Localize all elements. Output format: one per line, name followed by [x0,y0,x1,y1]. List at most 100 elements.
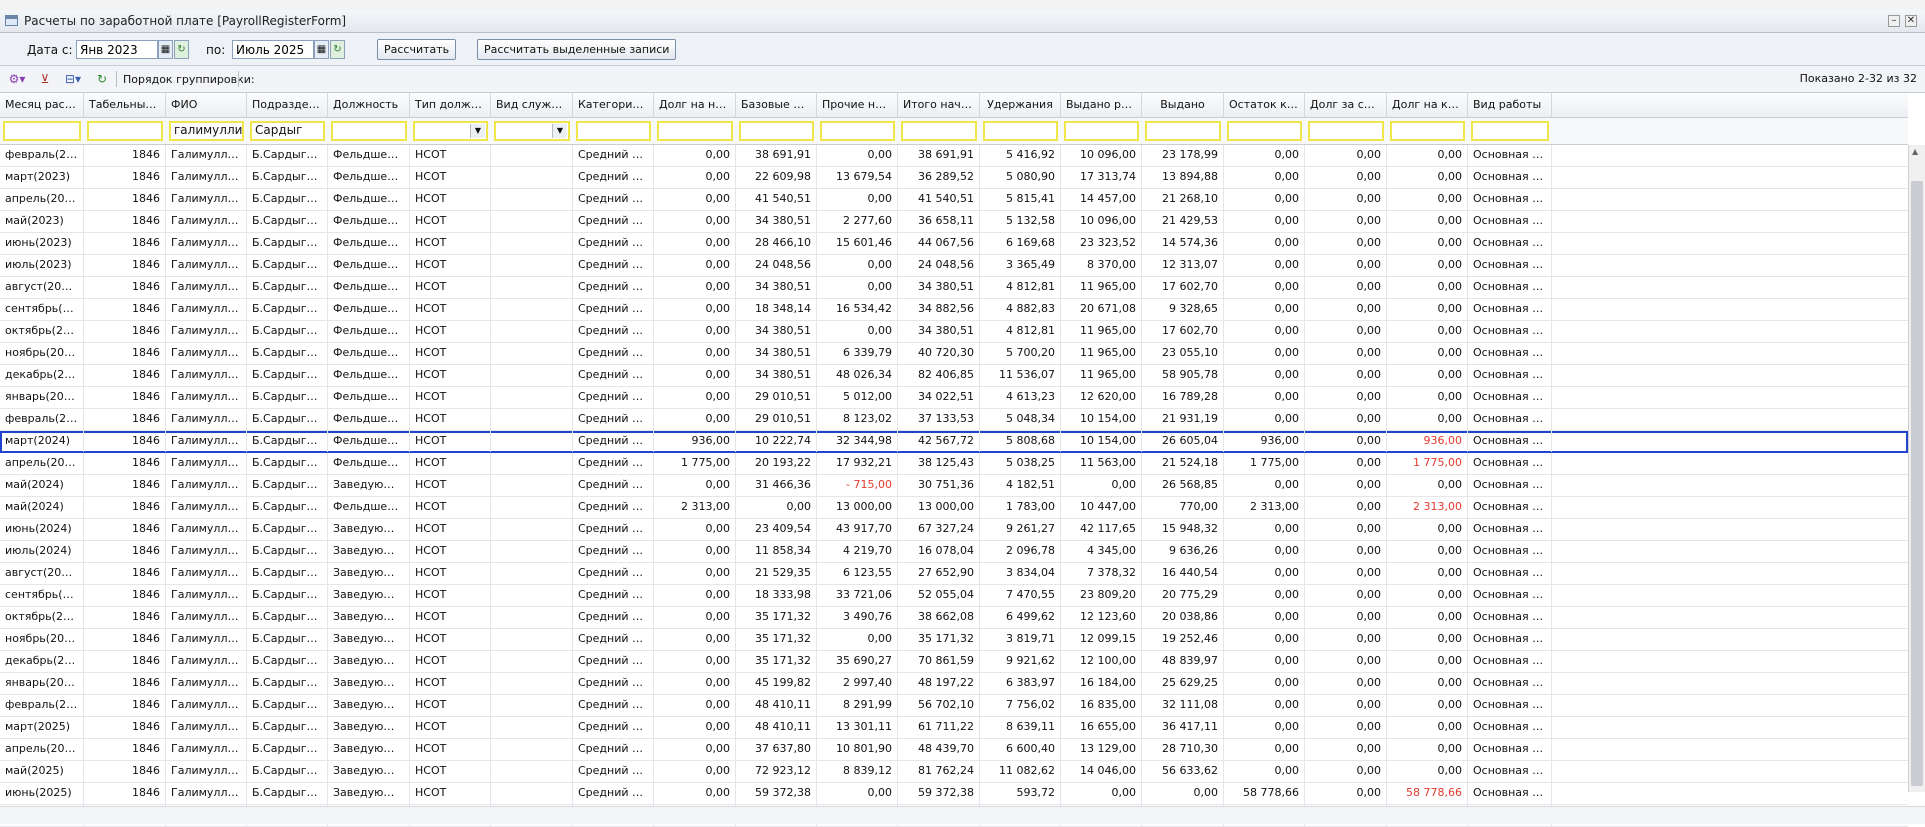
table-row[interactable]: октябрь(2024)1846Галимуллина А...Б.Сарды… [0,607,1908,629]
table-row[interactable]: май(2024)1846Галимуллина А...Б.Сардыганс… [0,475,1908,497]
table-row[interactable]: сентябрь(2023)1846Галимуллина А...Б.Сард… [0,299,1908,321]
filter-position[interactable] [331,121,407,141]
column-header-fio[interactable]: ФИО [166,93,247,117]
table-row[interactable]: февраль(2025)1846Галимуллина А...Б.Сарды… [0,695,1908,717]
column-header-paid[interactable]: Выдано [1142,93,1224,117]
table-row[interactable]: июль(2023)1846Галимуллина А...Б.Сардыган… [0,255,1908,277]
table-row[interactable]: ноябрь(2023)1846Галимуллина А...Б.Сардыг… [0,343,1908,365]
date-to-input[interactable] [232,40,314,59]
filter-debt-start[interactable] [657,121,733,141]
table-row[interactable]: май(2024)1846Галимуллина А...Б.Сардыганс… [0,497,1908,519]
refresh-date-icon[interactable]: ↻ [174,40,189,59]
column-header-debt-employee[interactable]: Долг за сотр... [1305,93,1387,117]
table-row[interactable]: декабрь(2024)1846Галимуллина А...Б.Сарды… [0,651,1908,673]
date-from-input[interactable] [76,40,158,59]
table-row[interactable]: январь(2025)1846Галимуллина А...Б.Сардыг… [0,673,1908,695]
cell-total-accrual: 16 078,04 [898,541,980,562]
refresh-icon[interactable]: ↻ [94,71,110,87]
clear-filter-icon[interactable]: ⊻ [38,71,52,87]
table-row[interactable]: март(2025)1846Галимуллина А...Б.Сардыган… [0,717,1908,739]
cell-debt-end: 0,00 [1387,387,1468,408]
table-row[interactable]: апрель(2025)1846Галимуллина А...Б.Сардыг… [0,739,1908,761]
column-header-remaining[interactable]: Остаток к вы... [1224,93,1305,117]
column-header-deductions[interactable]: Удержания [980,93,1061,117]
filter-fio[interactable]: галимуллина А [169,121,244,141]
column-header-debt-start[interactable]: Долг на нач... [654,93,736,117]
filter-position-type[interactable]: ▼ [413,121,488,141]
filter-work-type[interactable] [1471,121,1549,141]
table-row[interactable]: октябрь(2023)1846Галимуллина А...Б.Сарды… [0,321,1908,343]
cell-other-accrual: 35 690,27 [817,651,898,672]
totals-footer [0,806,1925,824]
column-header-total-accrual[interactable]: Итого начисл... [898,93,980,117]
table-row[interactable]: февраль(2024)1846Галимуллина А...Б.Сарды… [0,409,1908,431]
filter-tab-number[interactable] [87,121,163,141]
column-header-debt-end[interactable]: Долг на коне... [1387,93,1468,117]
column-header-employee-kind[interactable]: Вид служащего [491,93,573,117]
table-row[interactable]: март(2023)1846Галимуллина А...Б.Сардыган… [0,167,1908,189]
calendar-icon[interactable]: ▦ [314,40,329,59]
minimize-icon[interactable]: – [1888,15,1900,27]
table-row[interactable]: апрель(2024)1846Галимуллина А...Б.Сардыг… [0,453,1908,475]
filter-debt-employee[interactable] [1308,121,1384,141]
calculate-button[interactable]: Рассчитать [377,39,457,60]
column-header-position[interactable]: Должность [328,93,410,117]
table-row[interactable]: февраль(2023)1846Галимуллина А...Б.Сарды… [0,145,1908,167]
filter-debt-end[interactable] [1390,121,1465,141]
close-icon[interactable]: ✕ [1905,15,1917,27]
table-row[interactable]: декабрь(2023)1846Галимуллина А...Б.Сарды… [0,365,1908,387]
filter-other-accrual[interactable] [820,121,895,141]
columns-menu-icon[interactable]: ⊟▾ [60,71,86,87]
cell-base-accrual: 34 380,51 [736,277,817,298]
cell-department: Б.Сардыганский... [247,211,328,232]
table-row[interactable]: июнь(2025)1846Галимуллина А...Б.Сардыган… [0,783,1908,805]
filter-remaining[interactable] [1227,121,1302,141]
table-row[interactable]: ноябрь(2024)1846Галимуллина А...Б.Сардыг… [0,629,1908,651]
column-header-personnel-category[interactable]: Категория пе... [573,93,654,117]
filter-paid[interactable] [1145,121,1221,141]
table-row[interactable]: май(2025)1846Галимуллина А...Б.Сардыганс… [0,761,1908,783]
column-header-tab-number[interactable]: Табельный н... [84,93,166,117]
table-row[interactable]: январь(2024)1846Галимуллина А...Б.Сардыг… [0,387,1908,409]
column-header-department[interactable]: Подразделение [247,93,328,117]
view-menu-icon[interactable]: ⚙▾ [6,71,28,87]
cell-employee-kind [491,497,573,518]
refresh-date-icon[interactable]: ↻ [330,40,345,59]
cell-debt-end: 0,00 [1387,651,1468,672]
filter-personnel-category[interactable] [576,121,651,141]
filter-month[interactable] [3,121,81,141]
table-row[interactable]: сентябрь(2024)1846Галимуллина А...Б.Сард… [0,585,1908,607]
scrollbar-thumb[interactable] [1911,181,1923,786]
scroll-up-icon[interactable]: ▲ [1912,147,1918,156]
table-row[interactable]: июнь(2024)1846Галимуллина А...Б.Сардыган… [0,519,1908,541]
column-header-work-type[interactable]: Вид работы [1468,93,1552,117]
cell-other-accrual: 13 679,54 [817,167,898,188]
chevron-down-icon[interactable]: ▼ [552,124,567,138]
table-row[interactable]: июнь(2023)1846Галимуллина А...Б.Сардыган… [0,233,1908,255]
column-header-paid-earlier[interactable]: Выдано ранее [1061,93,1142,117]
table-row[interactable]: июль(2024)1846Галимуллина А...Б.Сардыган… [0,541,1908,563]
cell-position-type: НСОТ [410,431,491,452]
filter-paid-earlier[interactable] [1064,121,1139,141]
table-row[interactable]: август(2024)1846Галимуллина А...Б.Сардыг… [0,563,1908,585]
column-header-other-accrual[interactable]: Прочие начи... [817,93,898,117]
table-row[interactable]: апрель(2023)1846Галимуллина А...Б.Сардыг… [0,189,1908,211]
table-row[interactable]: август(2023)1846Галимуллина А...Б.Сардыг… [0,277,1908,299]
table-row[interactable]: май(2023)1846Галимуллина А...Б.Сардыганс… [0,211,1908,233]
chevron-down-icon[interactable]: ▼ [470,124,485,138]
cell-total-accrual: 38 691,91 [898,145,980,166]
filter-base-accrual[interactable] [739,121,814,141]
filter-deductions[interactable] [983,121,1058,141]
filter-employee-kind[interactable]: ▼ [494,121,570,141]
column-header-position-type[interactable]: Тип должности [410,93,491,117]
filter-department[interactable]: Сардыг [250,121,325,141]
calculate-selected-button[interactable]: Рассчитать выделенные записи [477,39,677,60]
table-row[interactable]: март(2024)1846Галимуллина А...Б.Сардыган… [0,431,1908,453]
cell-work-type: Основная работа [1468,541,1552,562]
calendar-icon[interactable]: ▦ [158,40,173,59]
column-header-month[interactable]: Месяц расчета [0,93,84,117]
column-header-base-accrual[interactable]: Базовые нач... [736,93,817,117]
cell-work-type: Основная работа [1468,409,1552,430]
filter-total-accrual[interactable] [901,121,977,141]
vertical-scrollbar[interactable]: ▲ [1908,145,1925,792]
